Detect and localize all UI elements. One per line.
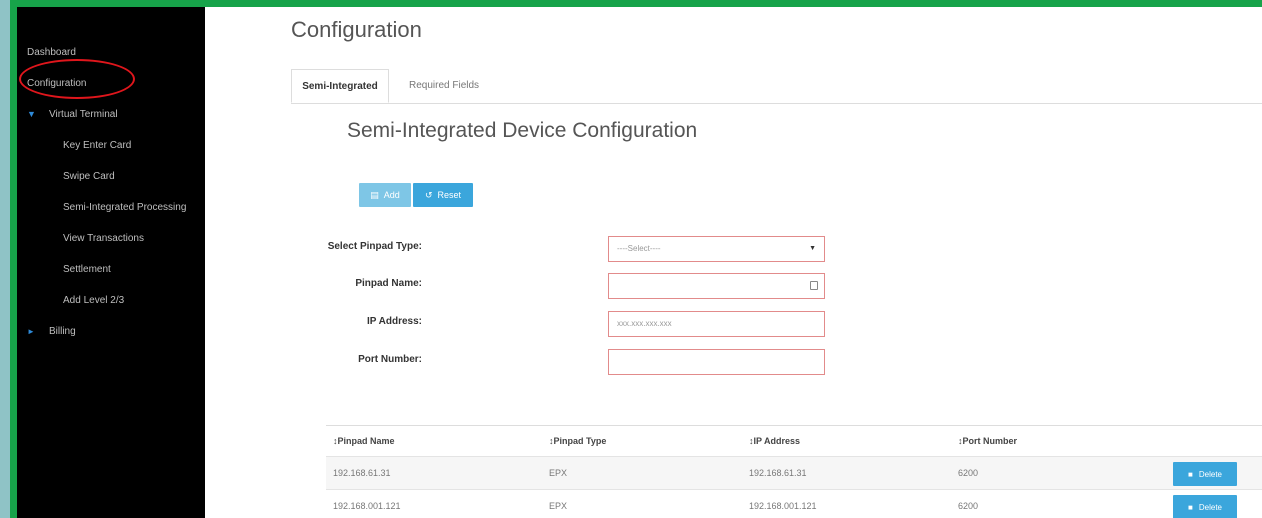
cell-pinpad-type: EPX [549,501,568,511]
delete-button[interactable]: ■ Delete [1173,495,1237,518]
sidebar-item-swipe-card[interactable]: Swipe Card [63,171,115,182]
sidebar-item-billing[interactable]: ► Billing [27,326,76,337]
cell-pinpad-name: 192.168.001.121 [333,501,401,511]
pinpad-name-input[interactable] [608,273,825,299]
reset-icon: ↺ [424,190,433,200]
main-content: Configuration Semi-Integrated Required F… [205,7,1262,518]
page-title: Configuration [291,17,422,42]
save-icon: ▤ [370,190,379,200]
add-button[interactable]: ▤ Add [359,183,411,207]
sidebar-item-key-enter-card[interactable]: Key Enter Card [63,140,131,151]
tab-required-fields[interactable]: Required Fields [399,69,489,103]
ip-address-input[interactable]: xxx.xxx.xxx.xxx [608,311,825,337]
app-frame: Dashboard Configuration ▼ Virtual Termina… [10,0,1262,518]
port-number-input[interactable] [608,349,825,375]
cell-ip-address: 192.168.61.31 [749,468,807,478]
pinpad-type-label: Select Pinpad Type: [327,241,422,252]
cell-port-number: 6200 [958,501,979,511]
sidebar-item-view-transactions[interactable]: View Transactions [63,233,144,244]
delete-button[interactable]: ■ Delete [1173,462,1237,486]
port-number-label: Port Number: [358,354,422,365]
sidebar-item-settlement[interactable]: Settlement [63,264,111,275]
col-header-port-number[interactable]: ↕Port Number [958,426,1017,456]
ip-address-label: IP Address: [366,316,422,327]
tab-bar: Semi-Integrated Required Fields [291,69,1262,104]
triangle-down-icon: ▼ [27,109,36,119]
dropdown-arrow-icon: ▼ [809,245,816,252]
section-title: Semi-Integrated Device Configuration [347,119,698,142]
cell-pinpad-type: EPX [549,468,568,478]
tab-semi-integrated[interactable]: Semi-Integrated [291,69,389,103]
col-header-pinpad-name[interactable]: ↕Pinpad Name [333,426,395,456]
sidebar: Dashboard Configuration ▼ Virtual Termina… [17,7,205,518]
sidebar-item-dashboard[interactable]: Dashboard [27,47,76,58]
trash-icon: ■ [1188,469,1193,479]
col-header-ip-address[interactable]: ↕IP Address [749,426,800,456]
table-header: ↕Pinpad Name ↕Pinpad Type ↕IP Address ↕P… [326,426,1262,457]
highlight-circle [19,59,135,99]
table-row: 192.168.001.121 EPX 192.168.001.121 6200… [326,490,1262,518]
table-row: 192.168.61.31 EPX 192.168.61.31 6200 ■ De… [326,457,1262,490]
trash-icon: ■ [1188,502,1193,512]
devices-table: ↕Pinpad Name ↕Pinpad Type ↕IP Address ↕P… [326,425,1262,518]
cell-port-number: 6200 [958,468,979,478]
cell-pinpad-name: 192.168.61.31 [333,468,391,478]
sidebar-item-virtual-terminal[interactable]: ▼ Virtual Terminal [27,109,118,120]
pinpad-name-label: Pinpad Name: [355,278,422,289]
pinpad-type-select[interactable]: ----Select---- ▼ [608,236,825,262]
triangle-right-icon: ► [27,327,35,336]
col-header-pinpad-type[interactable]: ↕Pinpad Type [549,426,606,456]
reset-button[interactable]: ↺ Reset [413,183,473,207]
cell-ip-address: 192.168.001.121 [749,501,817,511]
sidebar-item-add-level[interactable]: Add Level 2/3 [63,295,124,306]
field-autofill-icon [810,281,818,290]
sidebar-item-semi-integrated-processing[interactable]: Semi-Integrated Processing [63,202,186,213]
